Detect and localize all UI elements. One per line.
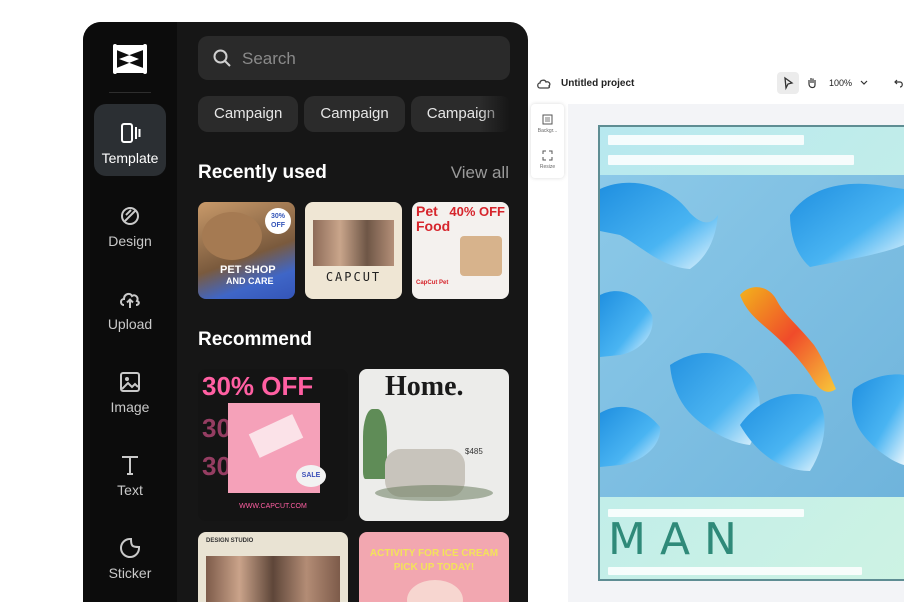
template-thumb-pet-food[interactable]: Pet Food 40% OFF CapCut Pet [412, 202, 509, 299]
recently-used-title: Recently used [198, 162, 327, 183]
search-icon [213, 49, 231, 67]
template-panel: Template Design Upload Image Text Sticke… [83, 22, 528, 602]
card-headline: 30% OFF [202, 371, 314, 401]
rail-divider [109, 92, 151, 93]
card-subtitle: PICK UP TODAY! [393, 562, 475, 573]
canvas-headline[interactable]: M A N [608, 514, 737, 565]
zoom-level[interactable]: 100% [829, 78, 852, 88]
text-icon [122, 456, 138, 475]
template-thumb-pet-shop[interactable]: 30% OFF PET SHOP AND CARE [198, 202, 295, 299]
sidebar-item-label: Upload [107, 316, 153, 332]
chip-campaign[interactable]: Campaign [304, 96, 405, 132]
background-icon[interactable] [542, 114, 553, 125]
card-brand: CapCut Pet [416, 280, 449, 286]
pointer-icon[interactable] [777, 72, 799, 94]
sidebar-item-label: Text [117, 482, 143, 498]
sidebar-rail: Template Design Upload Image Text Sticke… [83, 22, 177, 602]
project-title[interactable]: Untitled project [561, 78, 634, 89]
template-content: CampaignCampaignCampaign Recently used V… [177, 22, 528, 602]
template-thumb-home[interactable]: Home. $485 [359, 369, 509, 521]
chip-campaign[interactable]: Campaign [410, 96, 510, 132]
sidebar-item-label: Template [101, 150, 159, 166]
search-box[interactable] [198, 36, 510, 82]
category-chips: Campaign Campaign Campaign [198, 96, 510, 132]
chevron-down-icon[interactable] [860, 80, 868, 86]
card-title: Food [416, 218, 451, 234]
discount-badge: 40% OFF [449, 204, 505, 219]
sale-badge: SALE [296, 465, 326, 487]
sticker-icon [120, 538, 140, 558]
card-headline: DESIGN STUDIO [206, 538, 254, 544]
sidebar-item-label: Sticker [108, 565, 152, 581]
gummy-photo-image [600, 175, 904, 497]
template-thumb-capcut-group[interactable]: CAPCUT [305, 202, 402, 299]
card-subtitle: AND CARE [226, 276, 274, 286]
canvas-photo[interactable] [600, 175, 904, 497]
tool-label: Backgr... [537, 128, 558, 134]
image-icon [120, 372, 140, 392]
sidebar-item-design[interactable]: Design [94, 187, 166, 259]
template-thumb-ice-cream[interactable]: ACTIVITY FOR ICE CREAM PICK UP TODAY! [359, 532, 509, 602]
card-brand: CAPCUT [325, 270, 382, 284]
card-headline: ACTIVITY FOR ICE CREAM [369, 548, 499, 559]
sidebar-item-sticker[interactable]: Sticker [94, 519, 166, 591]
design-icon [121, 207, 139, 225]
tool-label: Resize [539, 164, 556, 170]
text-placeholder-bar [608, 135, 804, 145]
text-placeholder-bar [608, 567, 862, 575]
template-thumb-design-studio[interactable]: DESIGN STUDIO [198, 532, 348, 602]
upload-icon [120, 292, 140, 308]
card-url: WWW.CAPCUT.COM [239, 503, 307, 510]
card-price: $485 [465, 447, 483, 456]
template-icon [121, 123, 141, 143]
card-title: Pet [416, 203, 438, 219]
discount-badge: 30% OFF [265, 208, 291, 234]
sidebar-item-upload[interactable]: Upload [94, 270, 166, 342]
cloud-icon[interactable] [537, 78, 551, 90]
sidebar-item-text[interactable]: Text [94, 436, 166, 508]
capcut-logo[interactable] [111, 42, 149, 76]
view-all-link[interactable]: View all [451, 163, 509, 183]
template-thumb-30-off[interactable]: 30% OFF 30 30 SALE WWW.CAPCUT.COM [198, 369, 348, 521]
hand-icon[interactable] [805, 76, 819, 90]
card-title: PET SHOP [220, 264, 276, 276]
sidebar-item-label: Design [108, 233, 152, 249]
sidebar-item-template[interactable]: Template [94, 104, 166, 176]
sidebar-item-label: Image [110, 399, 150, 415]
card-headline: Home. [385, 371, 464, 402]
undo-icon[interactable] [894, 77, 904, 89]
sidebar-item-image[interactable]: Image [94, 353, 166, 425]
chip-campaign[interactable]: Campaign [198, 96, 299, 132]
recommend-title: Recommend [198, 329, 313, 350]
resize-icon[interactable] [542, 150, 553, 161]
text-placeholder-bar [608, 155, 854, 165]
search-input[interactable] [240, 36, 494, 82]
editor-side-tools: Backgr... Resize [531, 104, 564, 178]
